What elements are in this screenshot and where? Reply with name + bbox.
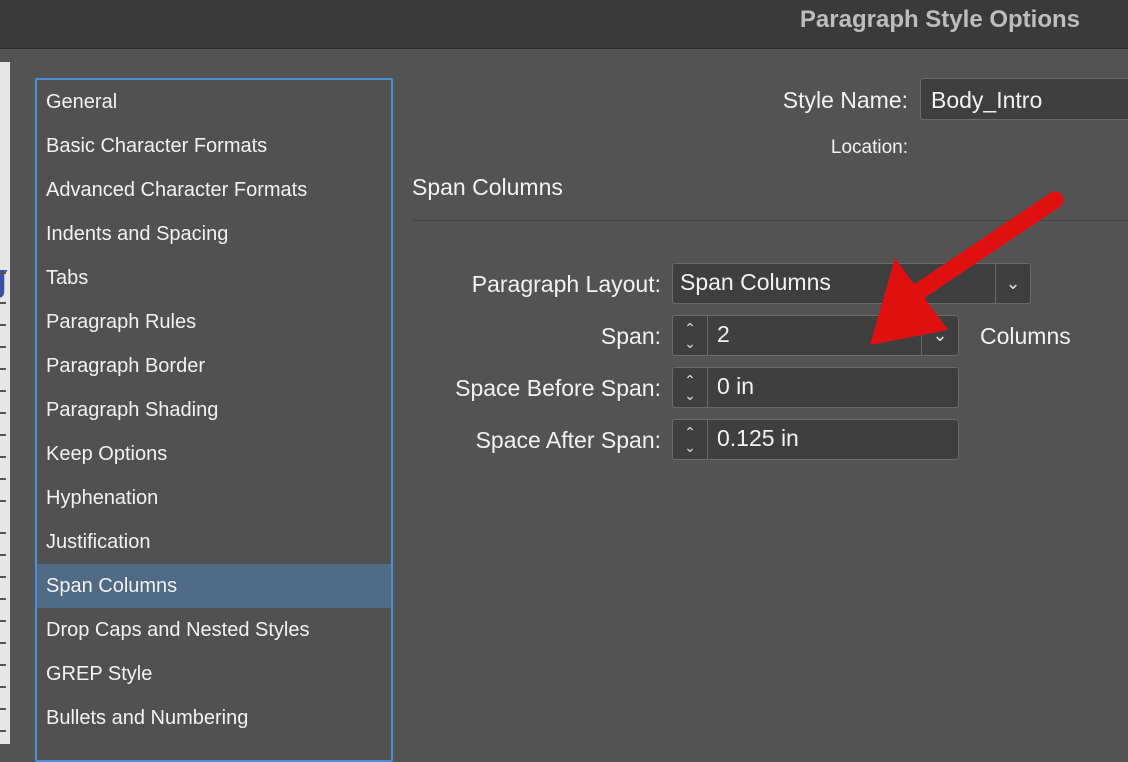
document-text-mark [0,576,6,578]
style-name-label: Style Name: [782,87,908,113]
space-before-span-value: 0 in [717,373,755,399]
document-glyph: J [0,265,9,300]
background-document-edge: J [0,62,10,744]
document-text-mark [0,412,6,414]
style-name-value: Body_Intro [931,87,1043,113]
document-text-mark [0,642,6,644]
sidebar-item-keep-options[interactable]: Keep Options [37,432,391,476]
section-title: Span Columns [412,174,563,200]
section-divider [412,220,1128,221]
space-after-span-value: 0.125 in [717,425,799,451]
paragraph-layout-label: Paragraph Layout: [471,271,661,297]
document-text-mark [0,390,6,392]
dialog-title: Paragraph Style Options [799,6,1080,33]
space-before-span-label: Space Before Span: [455,375,661,401]
sidebar-item-paragraph-border[interactable]: Paragraph Border [37,344,391,388]
document-text-mark [0,620,6,622]
document-text-mark [0,302,6,304]
document-text-mark [0,324,6,326]
sidebar-item-tabs[interactable]: Tabs [37,256,391,300]
sidebar-item-paragraph-shading[interactable]: Paragraph Shading [37,388,391,432]
document-text-mark [0,346,6,348]
sidebar-item-justification[interactable]: Justification [37,520,391,564]
space-after-span-label: Space After Span: [475,427,661,453]
stepper-arrows-icon[interactable]: ⌃ ⌄ [673,420,708,459]
stepper-arrows-icon[interactable]: ⌃ ⌄ [673,368,708,407]
document-text-mark [0,664,6,666]
span-unit-label: Columns [980,323,1071,349]
sidebar-item-bullets-and-numbering[interactable]: Bullets and Numbering [37,696,391,740]
stepper-arrows-icon[interactable]: ⌃ ⌄ [673,316,708,355]
document-text-mark [0,730,6,732]
location-label: Location: [830,137,908,158]
paragraph-layout-dropdown[interactable]: Span Columns ⌄ [672,263,1031,304]
space-after-span-stepper[interactable]: ⌃ ⌄ 0.125 in [672,419,959,460]
document-text-mark [0,598,6,600]
document-text-mark [0,686,6,688]
category-list[interactable]: General Basic Character Formats Advanced… [35,78,393,762]
document-text-mark [0,434,6,436]
style-name-field[interactable]: Body_Intro [920,78,1128,120]
sidebar-item-hyphenation[interactable]: Hyphenation [37,476,391,520]
chevron-down-icon[interactable]: ⌄ [995,264,1030,303]
span-stepper[interactable]: ⌃ ⌄ 2 ⌄ [672,315,959,356]
document-text-mark [0,554,6,556]
span-label: Span: [600,323,661,349]
sidebar-item-general[interactable]: General [37,80,391,124]
paragraph-layout-value: Span Columns [680,269,831,295]
sidebar-item-span-columns[interactable]: Span Columns [37,564,391,608]
span-value: 2 [717,321,730,347]
sidebar-item-advanced-character-formats[interactable]: Advanced Character Formats [37,168,391,212]
document-text-mark [0,478,6,480]
chevron-down-icon[interactable]: ⌄ [921,316,958,355]
sidebar-item-indents-and-spacing[interactable]: Indents and Spacing [37,212,391,256]
space-before-span-stepper[interactable]: ⌃ ⌄ 0 in [672,367,959,408]
sidebar-item-basic-character-formats[interactable]: Basic Character Formats [37,124,391,168]
document-text-mark [0,500,6,502]
sidebar-item-drop-caps-and-nested-styles[interactable]: Drop Caps and Nested Styles [37,608,391,652]
document-text-mark [0,532,6,534]
sidebar-item-paragraph-rules[interactable]: Paragraph Rules [37,300,391,344]
document-text-mark [0,456,6,458]
document-text-mark [0,368,6,370]
dialog-titlebar: Paragraph Style Options [0,0,1128,49]
document-text-mark [0,708,6,710]
sidebar-item-grep-style[interactable]: GREP Style [37,652,391,696]
document-text-mark [0,272,6,274]
